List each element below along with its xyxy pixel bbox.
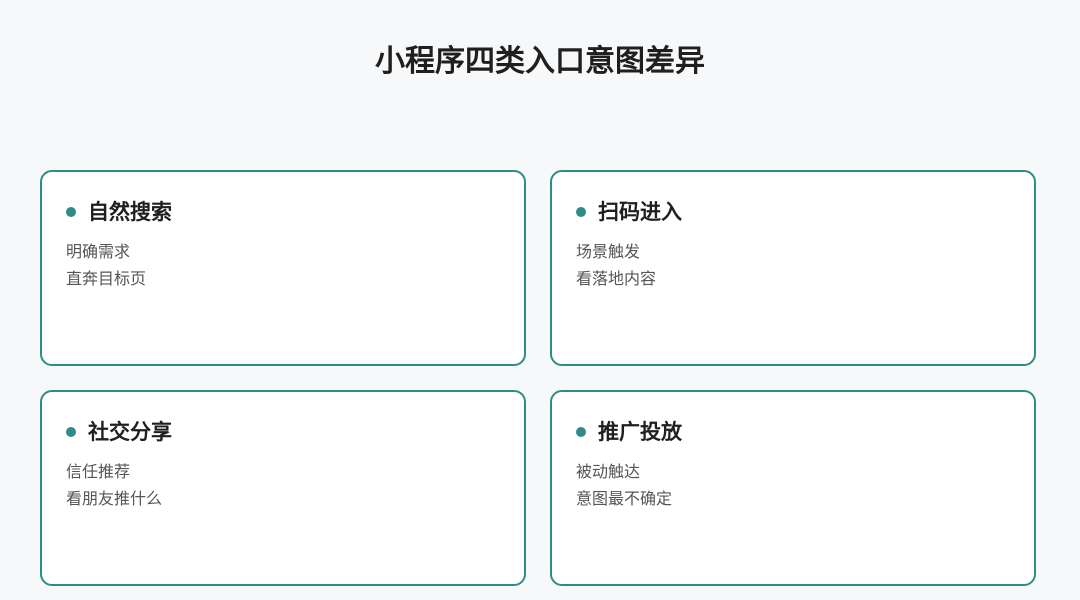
card-description: 场景触发 看落地内容 <box>576 238 656 292</box>
card-title: 扫码进入 <box>598 200 682 224</box>
card-description: 明确需求 直奔目标页 <box>66 238 146 292</box>
card-line: 看朋友推什么 <box>66 489 163 508</box>
card-line: 看落地内容 <box>576 269 657 288</box>
bullet-dot-icon <box>576 207 586 217</box>
card-line: 直奔目标页 <box>66 269 147 288</box>
card-line: 明确需求 <box>66 242 131 261</box>
card-header: 社交分享 <box>66 416 172 448</box>
card-description: 信任推荐 看朋友推什么 <box>66 458 162 512</box>
card-header: 扫码进入 <box>576 196 682 228</box>
bullet-dot-icon <box>66 207 76 217</box>
card-line: 意图最不确定 <box>576 489 673 508</box>
card-line: 信任推荐 <box>66 462 131 481</box>
card-line: 被动触达 <box>576 462 641 481</box>
card-title: 推广投放 <box>598 420 682 444</box>
card-title: 自然搜索 <box>88 200 172 224</box>
page-title: 小程序四类入口意图差异 <box>375 44 705 79</box>
card-line: 场景触发 <box>576 242 641 261</box>
card-title: 社交分享 <box>88 420 172 444</box>
bullet-dot-icon <box>66 427 76 437</box>
card-social-share: 社交分享 信任推荐 看朋友推什么 <box>40 390 526 586</box>
card-header: 推广投放 <box>576 416 682 448</box>
card-description: 被动触达 意图最不确定 <box>576 458 672 512</box>
card-promotion: 推广投放 被动触达 意图最不确定 <box>550 390 1036 586</box>
card-header: 自然搜索 <box>66 196 172 228</box>
card-natural-search: 自然搜索 明确需求 直奔目标页 <box>40 170 526 366</box>
card-scan-code: 扫码进入 场景触发 看落地内容 <box>550 170 1036 366</box>
bullet-dot-icon <box>576 427 586 437</box>
